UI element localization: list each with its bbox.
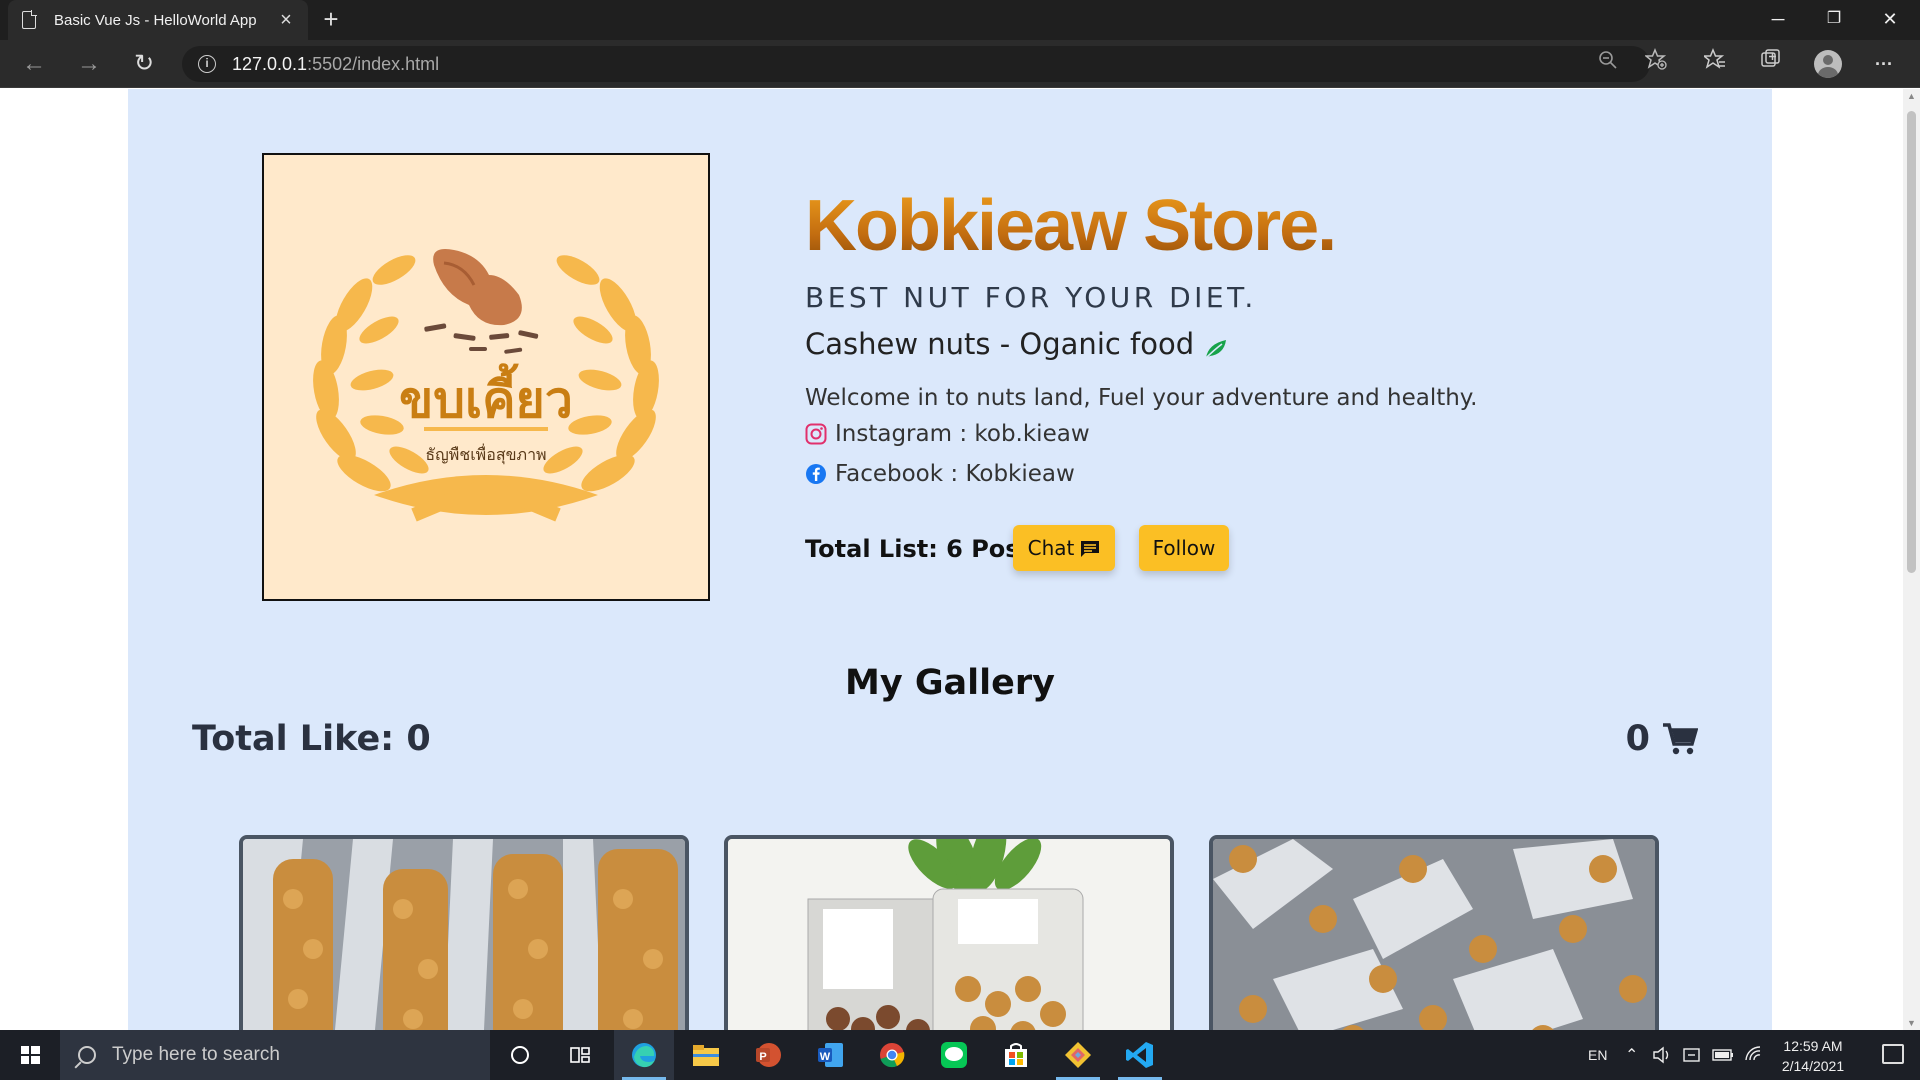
- store-tagline: BEST NUT FOR YOUR DIET.: [805, 281, 1257, 314]
- clock-date: 2/14/2021: [1781, 1058, 1845, 1074]
- facebook-text: Facebook : Kobkieaw: [835, 461, 1075, 487]
- page-scrollbar[interactable]: ▲ ▼: [1903, 89, 1920, 1030]
- volume-icon[interactable]: [1652, 1030, 1672, 1080]
- gallery-card[interactable]: [1209, 835, 1659, 1030]
- instagram-text: Instagram : kob.kieaw: [835, 421, 1090, 447]
- cart-summary[interactable]: 0: [1625, 719, 1699, 759]
- taskbar-clock[interactable]: 12:59 AM 2/14/2021: [1768, 1036, 1858, 1076]
- notification-center-icon[interactable]: [1882, 1044, 1904, 1064]
- leaf-icon: [1204, 333, 1228, 359]
- page-icon: [22, 10, 37, 29]
- scroll-up-icon[interactable]: ▲: [1907, 91, 1916, 101]
- language-indicator[interactable]: EN: [1588, 1030, 1607, 1080]
- cashew-packs-photo: [1213, 839, 1655, 1030]
- cashew-bags-photo: [243, 839, 685, 1030]
- gallery-card[interactable]: [724, 835, 1174, 1030]
- chat-icon: [1080, 539, 1100, 557]
- total-like-count: Total Like: 0: [192, 719, 431, 759]
- wifi-icon[interactable]: [1744, 1030, 1764, 1080]
- tab-title: Basic Vue Js - HelloWorld App: [54, 11, 257, 29]
- line-app-icon[interactable]: [924, 1030, 984, 1080]
- instagram-icon: [805, 423, 827, 445]
- store-app-icon[interactable]: [986, 1030, 1046, 1080]
- shopping-cart-icon[interactable]: [1662, 722, 1699, 756]
- search-placeholder: Type here to search: [112, 1044, 280, 1065]
- profile-avatar-icon[interactable]: [1814, 50, 1842, 78]
- chrome-icon[interactable]: [862, 1030, 922, 1080]
- back-button[interactable]: ←: [16, 48, 52, 80]
- favorites-icon[interactable]: [1699, 48, 1731, 80]
- restore-button[interactable]: ❐: [1806, 0, 1862, 40]
- store-title: Kobkieaw Store.: [805, 186, 1337, 266]
- store-subtitle: Cashew nuts - Oganic food: [805, 327, 1228, 361]
- scroll-down-icon[interactable]: ▼: [1907, 1018, 1916, 1028]
- zoom-out-icon[interactable]: [1592, 48, 1624, 80]
- cortana-icon[interactable]: [490, 1030, 550, 1080]
- new-tab-button[interactable]: +: [316, 4, 346, 34]
- chat-button-label: Chat: [1027, 536, 1075, 560]
- word-icon[interactable]: W: [800, 1030, 860, 1080]
- forward-button[interactable]: →: [71, 48, 107, 80]
- browser-toolbar: ← → ↻ i 127.0.0.1:5502/index.html ···: [0, 40, 1920, 88]
- windows-start-button[interactable]: [0, 1030, 60, 1080]
- facebook-link[interactable]: Facebook : Kobkieaw: [805, 461, 1075, 487]
- gallery-card[interactable]: [239, 835, 689, 1030]
- more-menu-icon[interactable]: ···: [1868, 48, 1900, 80]
- svg-text:W: W: [820, 1051, 831, 1063]
- show-hidden-icons-icon[interactable]: ⌃: [1625, 1030, 1638, 1080]
- search-icon: [78, 1046, 96, 1064]
- url-host: 127.0.0.1: [232, 53, 308, 74]
- git-tool-icon[interactable]: [1048, 1030, 1108, 1080]
- instagram-link[interactable]: Instagram : kob.kieaw: [805, 421, 1090, 447]
- logo-subtext: ธัญพืชเพื่อสุขภาพ: [425, 443, 546, 465]
- svg-text:P: P: [759, 1051, 766, 1063]
- chat-button[interactable]: Chat: [1013, 525, 1115, 571]
- cart-count: 0: [1625, 719, 1650, 759]
- file-explorer-icon[interactable]: [676, 1030, 736, 1080]
- web-viewport: ขบเคี้ยว ธัญพืชเพื่อสุขภาพ Kobkieaw Stor…: [0, 89, 1920, 1030]
- scrollbar-thumb[interactable]: [1907, 111, 1916, 573]
- gallery-title: My Gallery: [845, 663, 1055, 703]
- collections-icon[interactable]: [1755, 48, 1787, 80]
- clock-time: 12:59 AM: [1783, 1038, 1843, 1054]
- windows-taskbar: Type here to search P W EN ⌃ 12:59 AM 2/…: [0, 1030, 1920, 1080]
- close-window-button[interactable]: ✕: [1862, 0, 1918, 40]
- add-favorite-icon[interactable]: [1640, 48, 1672, 80]
- address-bar[interactable]: i 127.0.0.1:5502/index.html: [182, 46, 1650, 82]
- facebook-icon: [805, 463, 827, 485]
- url-path: :5502/index.html: [307, 53, 440, 74]
- security-center-icon[interactable]: [1682, 1030, 1702, 1080]
- edge-browser-icon[interactable]: [614, 1030, 674, 1080]
- taskbar-search[interactable]: Type here to search: [60, 1030, 490, 1080]
- welcome-text: Welcome in to nuts land, Fuel your adven…: [805, 385, 1478, 411]
- minimize-button[interactable]: ─: [1750, 0, 1806, 40]
- task-view-icon[interactable]: [550, 1030, 610, 1080]
- vscode-icon[interactable]: [1110, 1030, 1170, 1080]
- site-info-icon[interactable]: i: [198, 55, 216, 73]
- store-logo: ขบเคี้ยว ธัญพืชเพื่อสุขภาพ: [262, 153, 710, 601]
- nut-packs-photo: [728, 839, 1170, 1030]
- battery-icon[interactable]: [1712, 1030, 1734, 1080]
- page-container: ขบเคี้ยว ธัญพืชเพื่อสุขภาพ Kobkieaw Stor…: [128, 89, 1772, 1030]
- browser-tab-strip: Basic Vue Js - HelloWorld App × + ─ ❐ ✕: [0, 0, 1920, 40]
- follow-button[interactable]: Follow: [1139, 525, 1229, 571]
- subtitle-text: Cashew nuts - Oganic food: [805, 327, 1195, 361]
- tab-close-icon[interactable]: ×: [276, 9, 296, 32]
- reload-button[interactable]: ↻: [126, 48, 162, 80]
- browser-tab[interactable]: Basic Vue Js - HelloWorld App ×: [8, 0, 308, 40]
- logo-text: ขบเคี้ยว: [399, 363, 573, 429]
- powerpoint-icon[interactable]: P: [738, 1030, 798, 1080]
